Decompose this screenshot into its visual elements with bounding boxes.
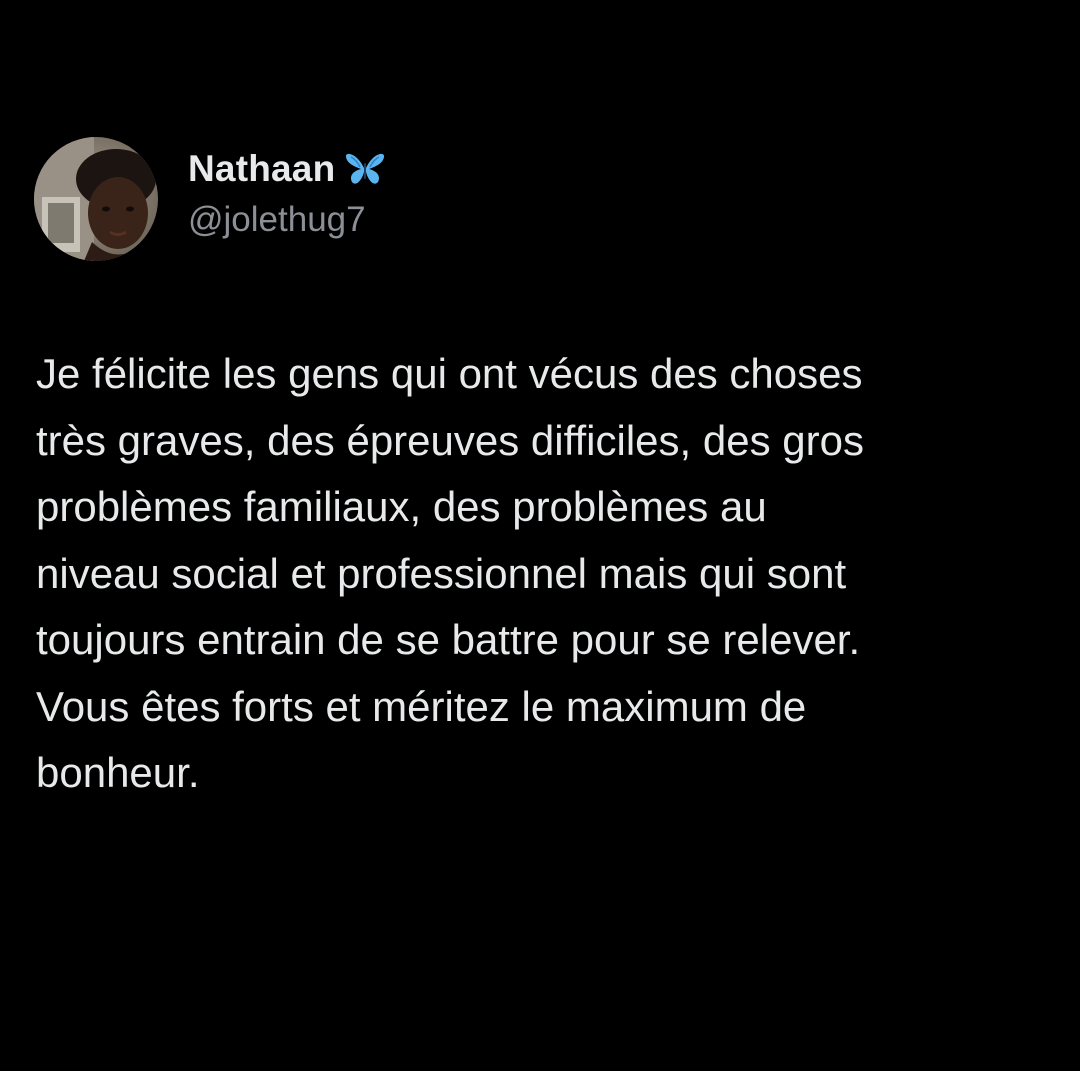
display-name[interactable]: Nathaan	[188, 148, 335, 190]
tweet-text-line: Je félicite les gens qui ont vécus des c…	[36, 350, 863, 397]
tweet-text-line: problèmes familiaux, des problèmes au	[36, 483, 767, 530]
author-info: Nathaan @jolethug7	[188, 146, 387, 240]
tweet-card: Nathaan @jolethug7 Je félicite les gens …	[0, 0, 1080, 1071]
tweet-text-line: Vous êtes forts et méritez le maximum de	[36, 682, 807, 730]
tweet-text-line: toujours entrain de se battre pour se re…	[36, 616, 861, 663]
avatar[interactable]	[34, 137, 158, 261]
user-handle[interactable]: @jolethug7	[188, 200, 387, 240]
avatar-photo-icon	[34, 137, 158, 261]
tweet-text-line: très graves, des épreuves difficiles, de…	[36, 416, 864, 464]
tweet-text: Je félicite les gens qui ont vécus des c…	[36, 341, 1036, 807]
tweet-text-line: niveau social et professionnel mais qui …	[36, 549, 847, 597]
tweet-header: Nathaan @jolethug7	[34, 133, 387, 265]
display-name-row: Nathaan	[188, 146, 387, 192]
butterfly-icon	[343, 151, 387, 187]
tweet-text-line: bonheur.	[36, 749, 200, 796]
